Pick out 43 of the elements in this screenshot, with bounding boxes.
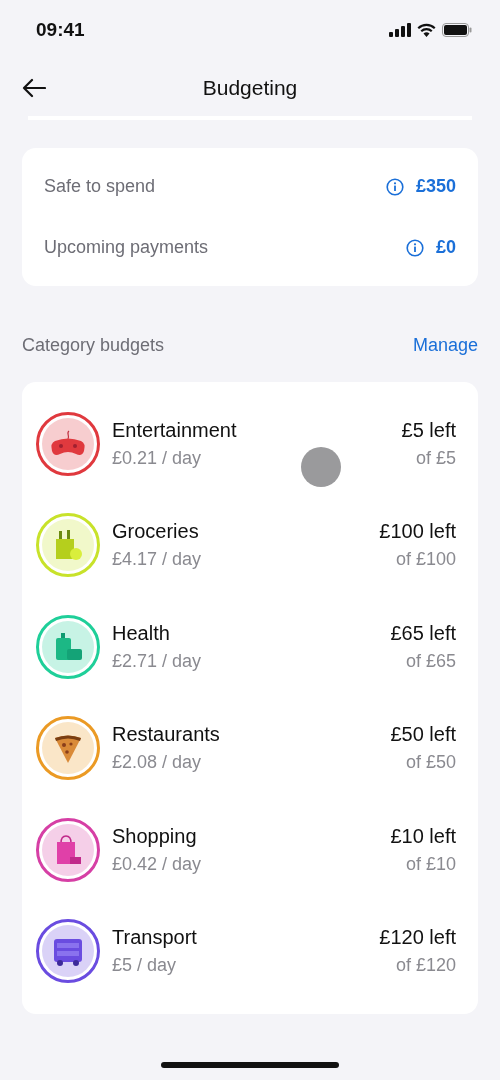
signal-icon: [389, 23, 411, 37]
back-arrow-icon[interactable]: [22, 78, 46, 98]
amount-left: £10 left: [390, 824, 456, 848]
daily-rate: £0.42 / day: [112, 853, 202, 875]
category-name: Transport: [112, 926, 197, 950]
daily-rate: £0.21 / day: [112, 447, 202, 469]
category-badge[interactable]: [36, 614, 100, 679]
amount-left: £5 left: [401, 418, 456, 442]
category-badge[interactable]: [36, 411, 100, 476]
category-badge[interactable]: [36, 716, 100, 781]
summary-label: Upcoming payments: [44, 237, 209, 258]
amount-left: £100 left: [379, 520, 456, 544]
daily-rate: £2.08 / day: [112, 752, 202, 774]
daily-rate: £5 / day: [112, 955, 177, 977]
category-name: Shopping: [112, 824, 197, 848]
budget-total: of £10: [405, 853, 456, 875]
summary-amount: £0: [435, 237, 456, 258]
amount-left: £120 left: [379, 926, 456, 950]
category-name: Groceries: [112, 520, 199, 544]
summary-amount: £350: [415, 176, 456, 197]
info-icon[interactable]: [385, 177, 404, 196]
category-badge[interactable]: [36, 919, 100, 984]
budget-total: of £5: [415, 447, 456, 469]
category-name: Health: [112, 621, 170, 645]
category-name: Entertainment: [112, 418, 237, 442]
budget-total: of £65: [405, 650, 456, 672]
screen-title: Budgeting: [202, 76, 298, 100]
amount-left: £50 left: [390, 723, 456, 747]
manage-link[interactable]: Manage: [412, 334, 478, 356]
info-icon[interactable]: [405, 238, 424, 257]
status-time: 09:41: [36, 19, 85, 41]
summary-label: Safe to spend: [44, 176, 156, 197]
daily-rate: £4.17 / day: [112, 549, 202, 571]
budget-total: of £120: [395, 955, 456, 977]
amount-left: £65 left: [390, 621, 456, 645]
battery-icon: [442, 23, 472, 37]
budget-total: of £100: [395, 549, 456, 571]
category-name: Restaurants: [112, 723, 220, 747]
budget-total: of £50: [405, 752, 456, 774]
wifi-icon: [417, 23, 436, 37]
category-badge[interactable]: [36, 817, 100, 882]
section-title: Category budgets: [22, 334, 165, 356]
daily-rate: £2.71 / day: [112, 650, 202, 672]
